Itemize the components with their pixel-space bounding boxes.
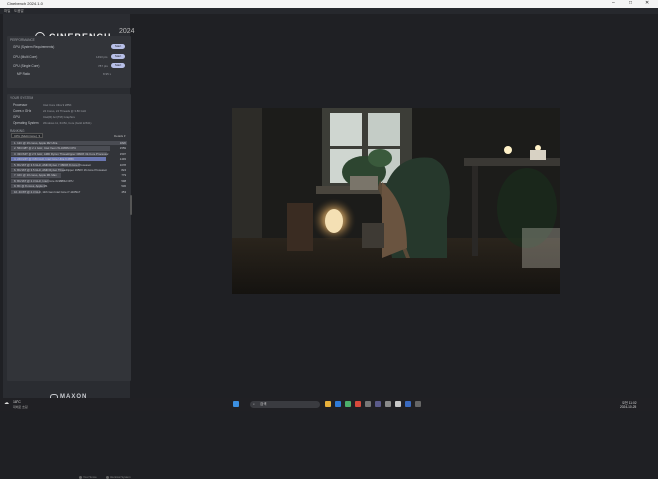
settings-icon[interactable]	[365, 401, 371, 407]
ranking-row[interactable]: 7. 10C @ 10 cores, Apple M1 Max 779	[11, 173, 127, 178]
sys-gpu-label: GPU	[13, 115, 20, 119]
ranking-row-score: 779	[121, 173, 126, 178]
ranking-row-label: 9. 8C @ 8 cores, Apple M1	[14, 184, 48, 189]
file-explorer-icon[interactable]	[325, 401, 331, 407]
perf-mp-ratio-label: MP Ratio	[17, 72, 31, 76]
sys-gpu-value: Intel(R) Arc(TM) Graphics	[43, 114, 75, 119]
performance-panel: PERFORMANCE GPU (System Requirements) St…	[7, 36, 131, 88]
ranking-row[interactable]: 8. 8C/16T @ 2.3 GHz, Intel Core i9-9880H…	[11, 178, 127, 183]
cpu-multi-start-button[interactable]: Start	[111, 54, 125, 59]
search-icon: ⌕	[253, 401, 255, 406]
perf-cpu-multi-score: 1493 pts	[96, 55, 108, 59]
render-scene-image	[232, 108, 560, 294]
sidebar-resize-handle[interactable]	[130, 195, 132, 215]
ranking-row[interactable]: 2. 56C/48T @ 2.1 GHz, Intel Xeon W-3265M…	[11, 146, 127, 151]
ranking-row-label: 8. 8C/16T @ 2.3 GHz, Intel Core i9-9880H…	[14, 178, 74, 183]
windows-start-icon[interactable]	[233, 401, 239, 407]
minimize-button[interactable]: –	[612, 0, 615, 7]
legend-identical: Identical System	[106, 475, 131, 479]
weather-temp: 18°C	[13, 400, 21, 404]
ranking-row[interactable]: 9. 8C @ 8 cores, Apple M1 530	[11, 184, 127, 189]
ranking-type-value: CPU (Multi Core)	[14, 134, 37, 138]
ranking-row-label: 10. 4C/8T @ 2.3 GHz, 11th Gen Intel Core…	[14, 189, 81, 194]
ranking-row-score: 530	[121, 184, 126, 189]
taskbar-search[interactable]: ⌕ 검색	[250, 400, 320, 408]
gpu-start-button[interactable]: Start	[111, 44, 125, 49]
app-icon[interactable]	[385, 401, 391, 407]
legend-your-score-label: Your Score	[83, 475, 97, 479]
ranking-row-score: 1559	[119, 146, 126, 151]
sys-os-value: Windows 11, 64 Bit, Core (build 22631)	[43, 120, 92, 125]
sys-os-label: Operating System	[13, 121, 39, 125]
system-title: YOUR SYSTEM	[10, 96, 34, 100]
ranking-row[interactable]: 1. 12C @ 16 cores, Apple M2 Ultra 1820	[11, 141, 127, 146]
sys-cores-value: 24 Cores, 24 Threads @ 3.80 GHz	[43, 108, 87, 113]
store-icon[interactable]	[345, 401, 351, 407]
maximize-button[interactable]: □	[629, 0, 632, 7]
chrome-icon[interactable]	[355, 401, 361, 407]
ranking-row-score: 1507	[119, 151, 126, 156]
perf-cpu-multi-label: CPU (Multi Core)	[13, 55, 38, 59]
ranking-row-score: 1820	[119, 141, 126, 145]
ranking-row-score: 824	[121, 168, 126, 172]
sys-cores-label: Cores x GHz	[13, 109, 32, 113]
dropdown-chevron-icon: ▾	[38, 134, 40, 138]
ranking-row[interactable]: 5. 8C/16T @ 3.6 GHz, AMD Ryzen 7 3800X 8…	[11, 162, 127, 167]
ranking-row-score: 598	[121, 178, 126, 183]
window-title: Cinebench 2024.1.0	[7, 1, 43, 6]
ranking-row-label: 1. 12C @ 16 cores, Apple M2 Ultra	[14, 141, 58, 145]
clock-date[interactable]: 2024-10-25	[620, 405, 636, 409]
cpu-single-start-button[interactable]: Start	[111, 63, 125, 68]
ranking-row-score: 1078	[119, 162, 126, 167]
weather-desc: 대체로 흐림	[13, 405, 28, 409]
title-bar: Cinebench 2024.1.0 – □ ✕	[0, 0, 658, 8]
sidebar: CINEBENCH 2024 PERFORMANCE GPU (System R…	[3, 14, 135, 479]
details-toggle[interactable]: Details ▾	[114, 134, 126, 138]
ranking-row-score: 1493	[119, 157, 126, 162]
perf-cpu-single-label: CPU (Single Core)	[13, 64, 40, 68]
app-icon[interactable]	[405, 401, 411, 407]
perf-cpu-single-score: 787 pts	[98, 64, 108, 68]
ranking-row-label: 3. 32C/64T @ 2.5 GHz, AMD Ryzen Threadri…	[14, 151, 109, 156]
perf-mp-ratio-value: 8.95 x	[103, 72, 112, 76]
ranking-row[interactable]: 4. 24C/24T @ 3.80 GHz, Intel Core Ultra …	[11, 157, 127, 162]
cinebench-taskbar-icon[interactable]	[395, 401, 401, 407]
ranking-row-label: 6. 8C/16T @ 3.5 GHz, AMD Ryzen Threadrip…	[14, 168, 108, 172]
sys-processor-label: Processor	[13, 103, 28, 107]
ranking-row-label: 4. 24C/24T @ 3.80 GHz, Intel Core Ultra …	[14, 157, 74, 162]
legend-identical-label: Identical System	[110, 475, 131, 479]
ranking-row-label: 5. 8C/16T @ 3.6 GHz, AMD Ryzen 7 3800X 8…	[14, 162, 92, 167]
ranking-type-dropdown[interactable]: CPU (Multi Core) ▾	[11, 133, 43, 138]
ranking-row[interactable]: 3. 32C/64T @ 2.5 GHz, AMD Ryzen Threadri…	[11, 151, 127, 156]
legend-your-score: Your Score	[79, 475, 97, 479]
edge-browser-icon[interactable]	[335, 401, 341, 407]
legend-dot-icon	[106, 475, 109, 479]
app-icon[interactable]	[415, 401, 421, 407]
app-icon[interactable]	[375, 401, 381, 407]
search-placeholder: 검색	[260, 401, 267, 406]
brand-year: 2024	[119, 28, 135, 35]
ranking-row-label: 7. 10C @ 10 cores, Apple M1 Max	[14, 173, 57, 178]
legend-dot-icon	[79, 475, 82, 479]
weather-icon[interactable]: ☁	[4, 400, 9, 406]
ranking-row-score: 453	[121, 189, 126, 194]
performance-title: PERFORMANCE	[10, 38, 35, 42]
close-button[interactable]: ✕	[645, 0, 649, 7]
sys-processor-value: Intel Core Ultra 9 285K	[43, 102, 72, 107]
ranking-panel: RANKING CPU (Multi Core) ▾ Details ▾ 1. …	[7, 127, 131, 479]
ranking-row-label: 2. 56C/48T @ 2.1 GHz, Intel Xeon W-3265M…	[14, 146, 77, 151]
ranking-row[interactable]: 10. 4C/8T @ 2.3 GHz, 11th Gen Intel Core…	[11, 189, 127, 194]
taskbar: ☁ 18°C 대체로 흐림 ⌕ 검색 오전 11:02 2024-10-25	[0, 398, 658, 411]
ranking-row[interactable]: 6. 8C/16T @ 3.5 GHz, AMD Ryzen Threadrip…	[11, 168, 127, 173]
perf-gpu-label: GPU (System Requirements)	[13, 45, 55, 49]
render-preview	[232, 108, 560, 294]
